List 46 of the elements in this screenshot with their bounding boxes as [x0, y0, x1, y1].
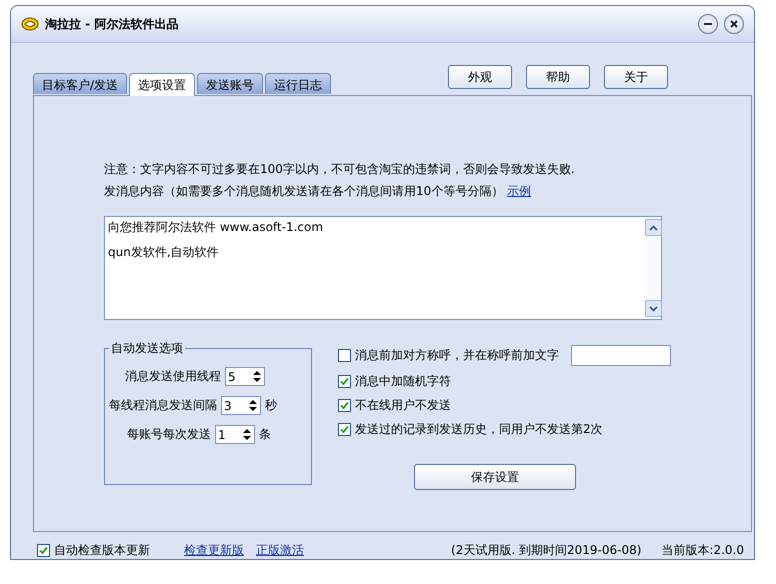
- unit-label: 条: [259, 426, 271, 443]
- content-label: 发消息内容（如需要多个消息随机发送请在各个消息间请用10个等号分隔）: [104, 184, 504, 198]
- group-title: 自动发送选项: [110, 340, 184, 357]
- tab[interactable]: 目标客户/发送: [33, 73, 128, 94]
- tab[interactable]: 选项设置: [129, 73, 196, 96]
- close-icon: [730, 20, 738, 28]
- option-label: 消息前加对方称呼，并在称呼前加文字: [355, 346, 559, 364]
- spinner-label: 每线程消息发送间隔: [109, 397, 217, 414]
- example-link[interactable]: 示例: [507, 184, 532, 198]
- spinner-label: 每账号每次发送: [127, 426, 211, 443]
- auto-check-label: 自动检查版本更新: [54, 542, 150, 559]
- notice-text: 注意：文字内容不可过多要在100字以内，不可包含淘宝的违禁词，否则会导致发送失败.: [104, 161, 576, 178]
- checkbox[interactable]: [338, 348, 351, 362]
- option-label: 发送过的记录到发送历史，同用户不发送第2次: [355, 420, 603, 438]
- number-spinner[interactable]: 5: [225, 367, 265, 386]
- header-button[interactable]: 帮助: [526, 65, 590, 89]
- message-field[interactable]: 向您推荐阿尔法软件 www.asoft-1.com qun发软件,自动软件: [104, 216, 662, 320]
- checkbox[interactable]: [338, 398, 351, 412]
- option-label: 消息中加随机字符: [355, 372, 451, 390]
- minimize-icon: [704, 23, 712, 25]
- message-line: qun发软件,自动软件: [108, 244, 220, 261]
- tab[interactable]: 运行日志: [265, 73, 332, 94]
- close-button[interactable]: [724, 14, 744, 34]
- footer-link[interactable]: 正版激活: [256, 542, 304, 559]
- unit-label: 秒: [265, 397, 277, 414]
- checkbox[interactable]: [338, 422, 351, 436]
- checkbox[interactable]: [37, 544, 50, 557]
- logo-icon: [21, 17, 39, 31]
- checkbox[interactable]: [338, 374, 351, 388]
- message-line: 向您推荐阿尔法软件 www.asoft-1.com: [108, 219, 324, 236]
- tab[interactable]: 发送账号: [197, 73, 264, 94]
- minimize-button[interactable]: [698, 14, 718, 34]
- number-spinner[interactable]: 1: [215, 425, 255, 444]
- save-button[interactable]: 保存设置: [414, 464, 576, 490]
- number-spinner[interactable]: 3: [221, 396, 261, 415]
- scroll-down-icon[interactable]: [645, 300, 662, 317]
- header-button[interactable]: 外观: [448, 65, 512, 89]
- spinner-label: 消息发送使用线程: [125, 368, 221, 385]
- header-button[interactable]: 关于: [604, 65, 668, 89]
- window-title: 淘拉拉 - 阿尔法软件出品: [45, 16, 180, 32]
- footer-link[interactable]: 检查更新版: [184, 542, 244, 559]
- trial-info: (2天试用版. 到期时间2019-06-08): [451, 542, 642, 559]
- option-label: 不在线用户不发送: [355, 396, 451, 414]
- prefix-input[interactable]: [571, 344, 671, 366]
- scroll-up-icon[interactable]: [645, 219, 662, 236]
- version-text: 当前版本:2.0.0: [661, 542, 744, 559]
